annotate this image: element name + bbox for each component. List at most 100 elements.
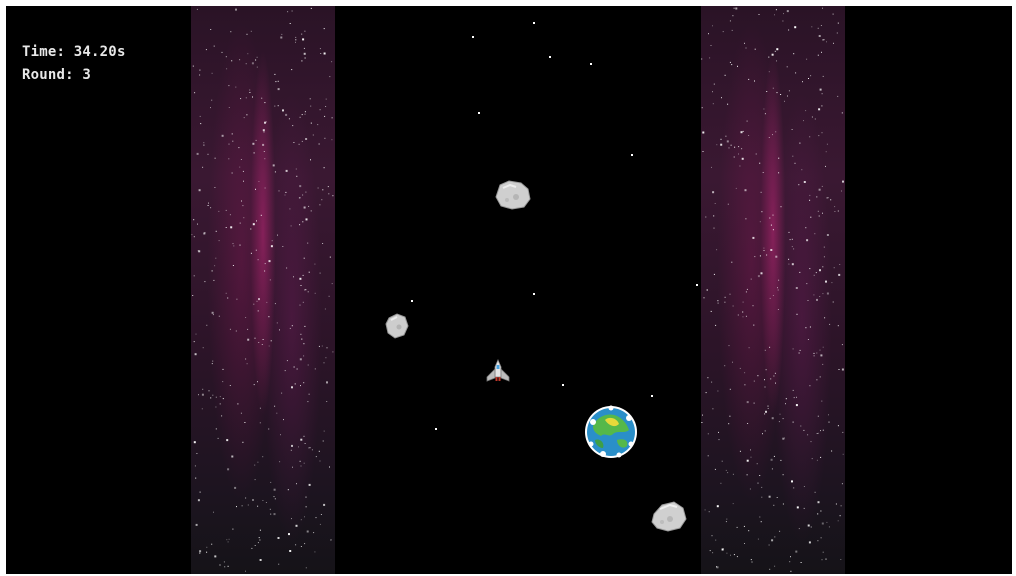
nebula-speck: [323, 430, 325, 432]
nebula-speck: [272, 164, 275, 167]
nebula-speck: [773, 504, 775, 506]
nebula-speck: [814, 233, 816, 235]
nebula-speck: [322, 243, 324, 244]
nebula-speck: [254, 545, 256, 546]
nebula-speck: [814, 491, 816, 493]
nebula-speck: [262, 456, 264, 458]
nebula-speck: [745, 315, 747, 317]
nebula-speck: [752, 236, 755, 239]
nebula-speck: [816, 298, 818, 301]
nebula-speck: [725, 469, 727, 471]
nebula-wall-right: [701, 6, 845, 574]
nebula-speck: [837, 95, 839, 97]
nebula-speck: [287, 11, 289, 13]
nebula-speck: [281, 33, 283, 35]
nebula-speck: [836, 32, 838, 34]
nebula-speck: [324, 115, 326, 117]
nebula-speck: [199, 115, 201, 117]
nebula-speck: [821, 105, 823, 107]
nebula-speck: [841, 483, 843, 485]
nebula-speck: [282, 246, 284, 247]
nebula-stars-right: [701, 7, 844, 572]
nebula-speck: [274, 303, 276, 305]
nebula-speck: [819, 88, 822, 91]
nebula-speck: [291, 386, 293, 389]
star: [533, 293, 535, 295]
nebula-speck: [774, 50, 776, 52]
nebula-speck: [820, 510, 822, 512]
nebula-speck: [790, 556, 791, 558]
nebula-speck: [788, 29, 790, 31]
nebula-speck: [221, 415, 223, 417]
nebula-speck: [741, 148, 743, 150]
nebula-speck: [284, 194, 286, 196]
nebula-speck: [782, 474, 784, 476]
nebula-speck: [309, 98, 311, 100]
nebula-speck: [280, 434, 281, 436]
nebula-speck: [820, 354, 823, 357]
nebula-speck: [823, 246, 825, 248]
nebula-speck: [778, 279, 780, 281]
nebula-speck: [288, 533, 290, 536]
nebula-speck: [730, 554, 731, 556]
nebula-speck: [228, 85, 230, 87]
nebula-speck: [769, 568, 771, 570]
nebula-speck: [328, 295, 330, 297]
nebula-speck: [826, 234, 829, 236]
nebula-speck: [764, 413, 766, 415]
nebula-speck: [230, 31, 232, 33]
nebula-speck: [250, 252, 252, 254]
nebula-speck: [241, 505, 243, 507]
nebula-speck: [746, 459, 749, 462]
nebula-speck: [301, 114, 303, 116]
hud-panel: Time: 34.20s Round: 3: [22, 41, 126, 87]
nebula-speck: [305, 191, 307, 193]
nebula-speck: [303, 435, 305, 437]
nebula-speck: [244, 422, 246, 423]
nebula-speck: [249, 89, 251, 91]
nebula-speck: [729, 61, 731, 63]
game-canvas[interactable]: Time: 34.20s Round: 3: [6, 6, 1012, 574]
nebula-speck: [245, 97, 247, 99]
nebula-speck: [746, 288, 748, 290]
nebula-speck: [782, 503, 784, 505]
nebula-speck: [728, 423, 730, 425]
nebula-speck: [794, 162, 796, 164]
nebula-speck: [764, 386, 766, 388]
nebula-speck: [222, 368, 224, 370]
nebula-speck: [329, 76, 331, 78]
nebula-speck: [199, 74, 201, 76]
nebula-speck: [825, 165, 826, 167]
nebula-speck: [198, 250, 201, 253]
nebula-speck: [270, 513, 272, 515]
nebula-speck: [323, 362, 325, 364]
nebula-speck: [229, 385, 231, 386]
nebula-speck: [744, 42, 745, 44]
nebula-speck: [231, 60, 233, 62]
nebula-speck: [206, 324, 208, 326]
nebula-speck: [226, 539, 228, 541]
round-readout: Round: 3: [22, 64, 126, 87]
nebula-speck: [211, 99, 213, 101]
nebula-speck: [759, 221, 761, 223]
nebula-speck: [824, 317, 826, 319]
nebula-speck: [311, 449, 313, 451]
nebula-speck: [304, 289, 306, 291]
star: [472, 36, 474, 38]
nebula-speck: [304, 516, 305, 518]
nebula-speck: [735, 187, 737, 189]
nebula-speck: [301, 33, 303, 35]
nebula-speck: [303, 462, 305, 464]
nebula-speck: [809, 194, 811, 196]
nebula-speck: [315, 456, 317, 458]
nebula-speck: [270, 245, 273, 248]
nebula-speck: [770, 378, 772, 380]
nebula-speck: [822, 212, 823, 214]
nebula-speck: [702, 131, 705, 134]
nebula-speck: [790, 570, 792, 572]
nebula-speck: [195, 333, 197, 335]
nebula-speck: [817, 27, 819, 29]
nebula-speck: [252, 499, 254, 501]
nebula-speck: [809, 326, 811, 328]
nebula-speck: [714, 468, 716, 470]
